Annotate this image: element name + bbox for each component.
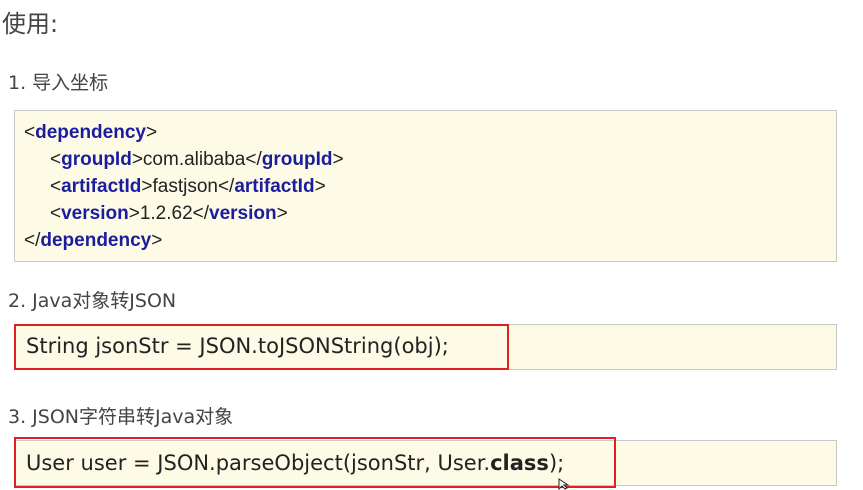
xml-bracket: > bbox=[131, 149, 143, 170]
xml-bracket: > bbox=[332, 149, 344, 170]
dependency-code-box: <dependency> <groupId>com.alibaba</group… bbox=[14, 110, 837, 262]
xml-tag-version-close: version bbox=[209, 203, 277, 224]
step-2-title: 2. Java对象转JSON bbox=[8, 290, 177, 312]
xml-tag-artifactid-close: artifactId bbox=[234, 176, 315, 197]
xml-line-artifactid: <artifactId>fastjson</artifactId> bbox=[24, 173, 344, 200]
xml-tag-groupid-close: groupId bbox=[261, 149, 333, 170]
step-1-title: 1. 导入坐标 bbox=[8, 72, 109, 94]
xml-bracket: < bbox=[24, 122, 36, 143]
xml-bracket: </ bbox=[245, 149, 262, 170]
xml-line-version: <version>1.2.62</version> bbox=[24, 200, 344, 227]
xml-tag-groupid: groupId bbox=[61, 149, 132, 170]
from-json-code-text: User user = JSON.parseObject(jsonStr, Us… bbox=[26, 451, 491, 475]
xml-bracket: > bbox=[141, 176, 153, 197]
from-json-code-end: ); bbox=[548, 451, 565, 475]
xml-line-close-dependency: </dependency> bbox=[24, 227, 344, 254]
xml-line-open-dependency: <dependency> bbox=[24, 119, 344, 146]
xml-bracket: > bbox=[145, 122, 158, 143]
xml-bracket: </ bbox=[192, 203, 210, 224]
dependency-xml: <dependency> <groupId>com.alibaba</group… bbox=[24, 119, 344, 254]
xml-bracket: < bbox=[50, 149, 62, 170]
xml-line-groupid: <groupId>com.alibaba</groupId> bbox=[24, 146, 344, 173]
xml-bracket: > bbox=[314, 176, 326, 197]
from-json-code: User user = JSON.parseObject(jsonStr, Us… bbox=[26, 451, 564, 475]
xml-value-artifactid: fastjson bbox=[152, 176, 218, 197]
xml-value-groupid: com.alibaba bbox=[142, 149, 246, 170]
step-3-title: 3. JSON字符串转Java对象 bbox=[8, 406, 234, 428]
xml-tag-dependency-close: dependency bbox=[40, 230, 152, 251]
xml-bracket: > bbox=[151, 230, 163, 251]
xml-bracket: < bbox=[50, 176, 62, 197]
xml-bracket: </ bbox=[24, 230, 41, 251]
class-keyword: class bbox=[490, 451, 549, 475]
xml-tag-version: version bbox=[61, 203, 129, 224]
xml-bracket: > bbox=[276, 203, 288, 224]
xml-bracket: < bbox=[50, 203, 62, 224]
to-json-code: String jsonStr = JSON.toJSONString(obj); bbox=[26, 334, 449, 358]
xml-tag-dependency: dependency bbox=[35, 122, 146, 143]
page-heading: 使用: bbox=[2, 10, 59, 38]
xml-bracket: </ bbox=[217, 176, 235, 197]
xml-value-version: 1.2.62 bbox=[139, 203, 193, 224]
xml-tag-artifactid: artifactId bbox=[61, 176, 142, 197]
xml-bracket: > bbox=[128, 203, 140, 224]
